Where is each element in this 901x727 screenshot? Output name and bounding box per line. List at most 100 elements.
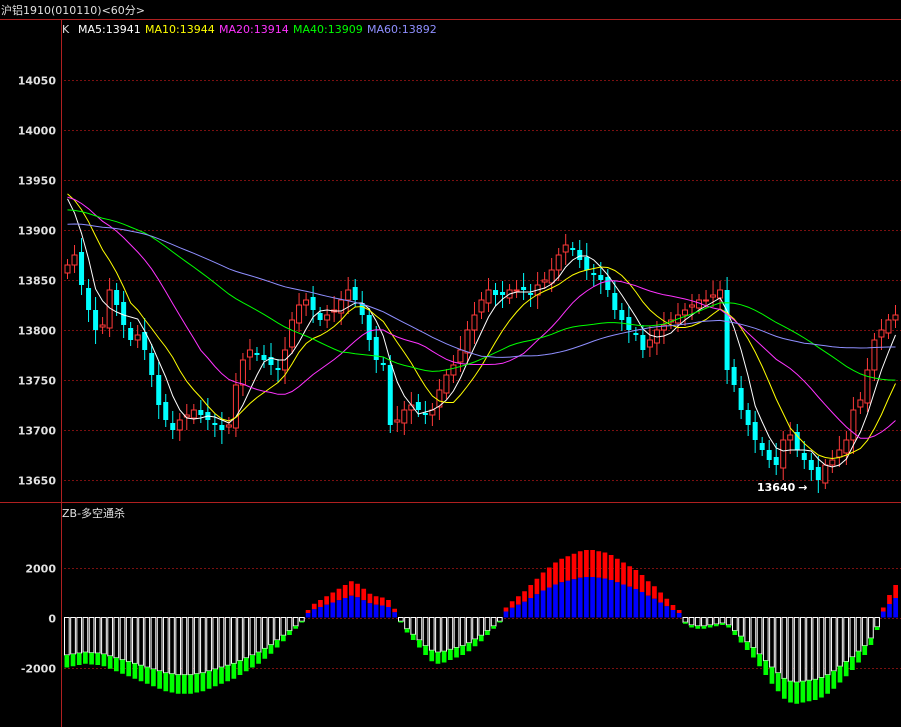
- zb-bar: [614, 582, 620, 618]
- legend-ma5: MA5:13941: [78, 23, 141, 36]
- candle-body: [471, 314, 478, 331]
- zb-bar: [633, 570, 639, 589]
- zb-bar: [466, 642, 472, 652]
- zb-bar: [843, 617, 850, 663]
- zb-bar: [187, 617, 194, 676]
- zb-bar: [169, 617, 175, 675]
- zb-bar: [694, 617, 701, 627]
- zb-bar: [664, 606, 670, 618]
- zb-bar: [125, 617, 132, 663]
- zb-bar: [330, 602, 336, 618]
- zb-bar: [349, 595, 354, 618]
- zb-bar: [404, 617, 410, 630]
- zb-bar: [812, 679, 818, 700]
- zb-bar: [584, 550, 589, 577]
- zb-bar: [64, 655, 70, 668]
- zb-bar: [379, 605, 385, 618]
- zb-bar: [553, 562, 558, 585]
- zb-bar: [689, 625, 694, 628]
- candle-body: [731, 367, 737, 385]
- zb-bar: [806, 680, 812, 702]
- candle-body: [885, 319, 892, 334]
- zb-bar: [887, 604, 892, 618]
- zb-bar: [837, 617, 843, 667]
- zb-bar: [250, 655, 255, 668]
- zb-bar: [738, 617, 744, 637]
- zb-bar: [151, 669, 156, 687]
- zb-bar: [762, 617, 769, 662]
- zb-bar: [725, 617, 732, 626]
- zb-bar: [262, 648, 268, 659]
- zb-bar: [293, 625, 299, 629]
- zb-bar: [831, 670, 837, 689]
- legend-ma20: MA20:13914: [219, 23, 289, 36]
- zb-bar: [843, 661, 849, 677]
- zb-bar: [806, 617, 812, 681]
- zb-bar: [670, 610, 676, 618]
- zb-bar: [219, 667, 224, 684]
- zb-bar: [775, 672, 781, 692]
- zb-bar: [460, 645, 466, 655]
- candle-body: [198, 410, 204, 415]
- chart-title: 沪铝1910(010110)<60分>: [1, 3, 145, 17]
- zb-bar: [682, 617, 689, 623]
- candle-body: [773, 457, 779, 465]
- zb-bar: [120, 659, 125, 674]
- zb-bar: [738, 636, 744, 643]
- zb-bar: [608, 580, 614, 618]
- zb-bar: [466, 617, 472, 644]
- zb-bar: [590, 577, 595, 618]
- zb-bar: [261, 617, 268, 649]
- candle-body: [710, 294, 717, 298]
- candle-body: [275, 368, 281, 370]
- zb-bar: [268, 617, 274, 646]
- candle-body: [324, 314, 331, 321]
- zb-bar: [361, 600, 367, 618]
- zb-bar: [602, 552, 608, 579]
- zb-bar: [138, 665, 144, 682]
- zb-bar: [410, 617, 417, 635]
- y-tick-label: 13700: [18, 425, 57, 438]
- zb-bar: [162, 617, 169, 674]
- zb-bar: [769, 667, 775, 684]
- zb-bar: [744, 641, 750, 650]
- y-tick-label: 0: [48, 613, 56, 626]
- candle-body: [633, 333, 639, 335]
- zb-bar: [441, 617, 447, 652]
- zb-bar: [175, 617, 182, 676]
- candle-body: [703, 299, 710, 302]
- candle-body: [254, 353, 260, 355]
- candle-body: [310, 297, 316, 310]
- candle-body: [513, 289, 520, 292]
- zb-bar: [490, 617, 497, 627]
- kline-chart[interactable]: 13650 13700 13750 13800 13850 13900 13950 14000…: [0, 0, 901, 727]
- zb-bar: [794, 682, 800, 704]
- zb-bar: [546, 567, 552, 588]
- legend-ma40: MA40:13909: [293, 23, 363, 36]
- zb-bar: [138, 617, 144, 666]
- zb-bar: [621, 562, 626, 585]
- candle-body: [555, 254, 562, 271]
- zb-bar: [751, 647, 756, 658]
- zb-bar: [484, 617, 491, 632]
- candle-body: [577, 250, 583, 260]
- candle-body: [457, 349, 464, 363]
- candle-body: [149, 353, 155, 375]
- zb-bar: [670, 605, 676, 610]
- candle-body: [548, 269, 555, 284]
- zb-bar: [441, 651, 447, 663]
- zb-bar: [175, 674, 181, 694]
- zb-bar: [70, 654, 76, 667]
- zb-bar: [392, 608, 397, 613]
- zb-bar: [157, 670, 162, 689]
- zb-bar: [503, 611, 509, 618]
- y-tick-label: 13900: [18, 225, 57, 238]
- candle-body: [99, 324, 106, 328]
- candle-body: [317, 313, 323, 320]
- zb-bar: [156, 617, 163, 672]
- zb-bar: [206, 617, 212, 672]
- candle-body: [232, 384, 239, 429]
- zb-bar: [861, 617, 868, 647]
- zb-bar: [435, 617, 441, 653]
- zb-bar: [540, 572, 546, 591]
